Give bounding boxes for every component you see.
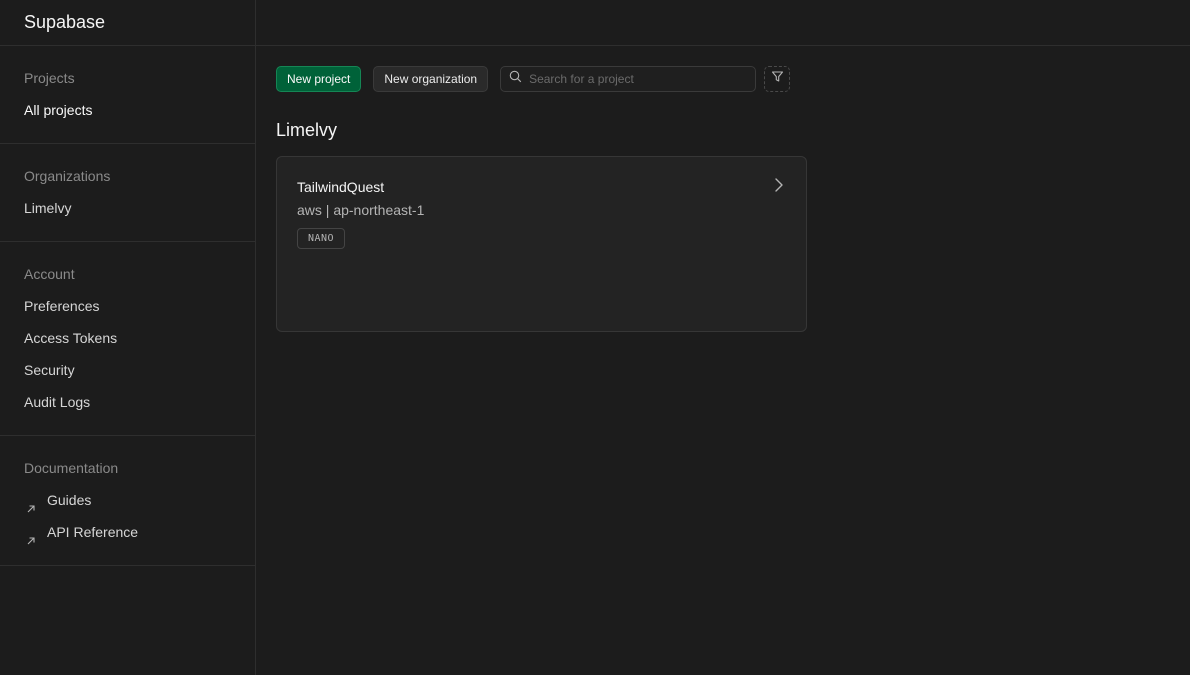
filter-icon <box>771 70 784 88</box>
sidebar-item-label: API Reference <box>47 524 139 540</box>
project-search <box>500 66 757 92</box>
sidebar-item-all-projects[interactable]: All projects <box>0 94 255 126</box>
sidebar-item-limelvy[interactable]: Limelvy <box>0 192 255 224</box>
app-root: Supabase Projects All projects Organizat… <box>0 0 1190 675</box>
section-heading-projects: Projects <box>24 70 75 86</box>
main-content: New project New organization Limelvy Tai… <box>276 66 807 332</box>
sidebar-item-security[interactable]: Security <box>0 354 255 386</box>
organization-title: Limelvy <box>276 120 338 140</box>
external-link-icon <box>25 494 37 513</box>
sidebar-item-label: Guides <box>47 492 92 508</box>
sidebar-item-label: Access Tokens <box>24 330 118 346</box>
sidebar-item-label: Preferences <box>24 298 100 314</box>
sidebar-section-projects: Projects All projects <box>0 46 255 144</box>
sidebar-item-label: Limelvy <box>24 200 72 216</box>
search-icon <box>509 70 522 88</box>
new-project-button[interactable]: New project <box>276 66 362 92</box>
sidebar: Supabase Projects All projects Organizat… <box>0 0 256 675</box>
sidebar-item-access-tokens[interactable]: Access Tokens <box>0 322 255 354</box>
project-region: aws | ap-northeast-1 <box>297 202 425 218</box>
chevron-right-icon <box>772 177 786 193</box>
sidebar-section-organizations: Organizations Limelvy <box>0 144 255 242</box>
top-bar <box>256 0 1190 46</box>
section-heading-documentation: Documentation <box>24 460 119 476</box>
external-link-icon <box>25 526 37 545</box>
sidebar-item-guides[interactable]: Guides <box>0 484 255 516</box>
sidebar-item-api-reference[interactable]: API Reference <box>0 516 255 548</box>
section-heading-organizations: Organizations <box>24 168 111 184</box>
project-name: TailwindQuest <box>297 179 385 195</box>
search-input[interactable] <box>529 72 740 86</box>
sidebar-section-account: Account Preferences Access Tokens Securi… <box>0 242 255 436</box>
new-organization-button[interactable]: New organization <box>373 66 489 92</box>
sidebar-item-label: Audit Logs <box>24 394 91 410</box>
sidebar-item-audit-logs[interactable]: Audit Logs <box>0 386 255 418</box>
status-badge: NANO <box>297 228 346 249</box>
sidebar-section-documentation: Documentation Guides API Reference <box>0 436 255 566</box>
filter-button[interactable] <box>764 66 791 92</box>
projects-toolbar: New project New organization <box>276 66 807 92</box>
section-heading-account: Account <box>24 266 75 282</box>
project-card[interactable]: TailwindQuest aws | ap-northeast-1 NANO <box>276 156 807 332</box>
sidebar-item-preferences[interactable]: Preferences <box>0 290 255 322</box>
brand-logo[interactable]: Supabase <box>0 0 255 46</box>
sidebar-item-label: All projects <box>24 102 93 118</box>
sidebar-item-label: Security <box>24 362 75 378</box>
